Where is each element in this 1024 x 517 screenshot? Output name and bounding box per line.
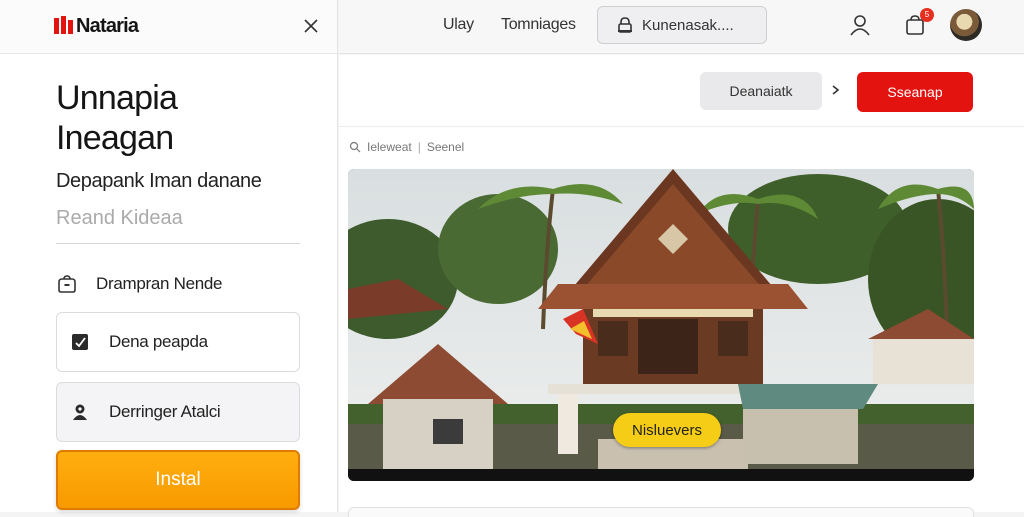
secondary-button[interactable]: Deanaiatk <box>700 72 822 110</box>
panel-title: Unnapia Ineagan <box>56 79 178 157</box>
panel-subtitle: Depapank Iman danane <box>56 170 262 192</box>
hero-image: Nisluevers <box>348 169 974 481</box>
user-icon[interactable] <box>847 12 873 38</box>
nav-link-2[interactable]: Tomniages <box>501 16 576 34</box>
cart-button[interactable]: 5 <box>902 8 934 38</box>
toolbar: Deanaiatk Sseanap <box>339 55 1024 127</box>
breadcrumb-separator: | <box>417 140 421 154</box>
primary-button[interactable]: Sseanap <box>857 72 973 112</box>
divider <box>56 243 300 244</box>
install-button[interactable]: Instal <box>56 450 300 510</box>
user-pin-icon <box>73 404 87 420</box>
option-label: Drampran Nende <box>96 274 223 293</box>
lock-icon <box>618 17 632 33</box>
hero-tag-button[interactable]: Nisluevers <box>613 413 721 447</box>
nav-link-1[interactable]: Ulay <box>443 16 474 34</box>
chevron-right-icon[interactable] <box>829 81 843 99</box>
breadcrumb-item[interactable]: Ieleweat <box>367 140 412 154</box>
search-text: Kunenasak.... <box>642 16 734 34</box>
bag-icon <box>58 275 76 293</box>
search-box[interactable]: Kunenasak.... <box>597 6 767 44</box>
option-item-2[interactable]: Dena peapda <box>56 312 300 372</box>
main-content: Deanaiatk Sseanap Ieleweat | Seenel Nisl… <box>339 55 1024 517</box>
option-item-1[interactable]: Drampran Nende <box>56 266 299 302</box>
logo-text: Nataria <box>76 15 139 37</box>
close-icon[interactable] <box>299 14 323 38</box>
option-label: Derringer Atalci <box>109 402 221 421</box>
top-nav: Ulay Tomniages Kunenasak.... 5 <box>339 0 1024 54</box>
breadcrumb: Ieleweat | Seenel <box>349 140 464 154</box>
option-label: Dena peapda <box>109 332 208 351</box>
breadcrumb-item[interactable]: Seenel <box>427 140 464 154</box>
avatar[interactable] <box>950 9 982 41</box>
logo-icon <box>54 16 73 34</box>
cart-badge: 5 <box>920 8 934 22</box>
checkbox-icon <box>72 334 88 350</box>
panel-header: Nataria <box>0 0 337 54</box>
next-card <box>348 507 974 517</box>
left-panel: Nataria Unnapia Ineagan Depapank Iman da… <box>0 0 338 512</box>
name-input[interactable] <box>56 205 300 231</box>
search-icon <box>349 141 361 153</box>
option-item-3[interactable]: Derringer Atalci <box>56 382 300 442</box>
